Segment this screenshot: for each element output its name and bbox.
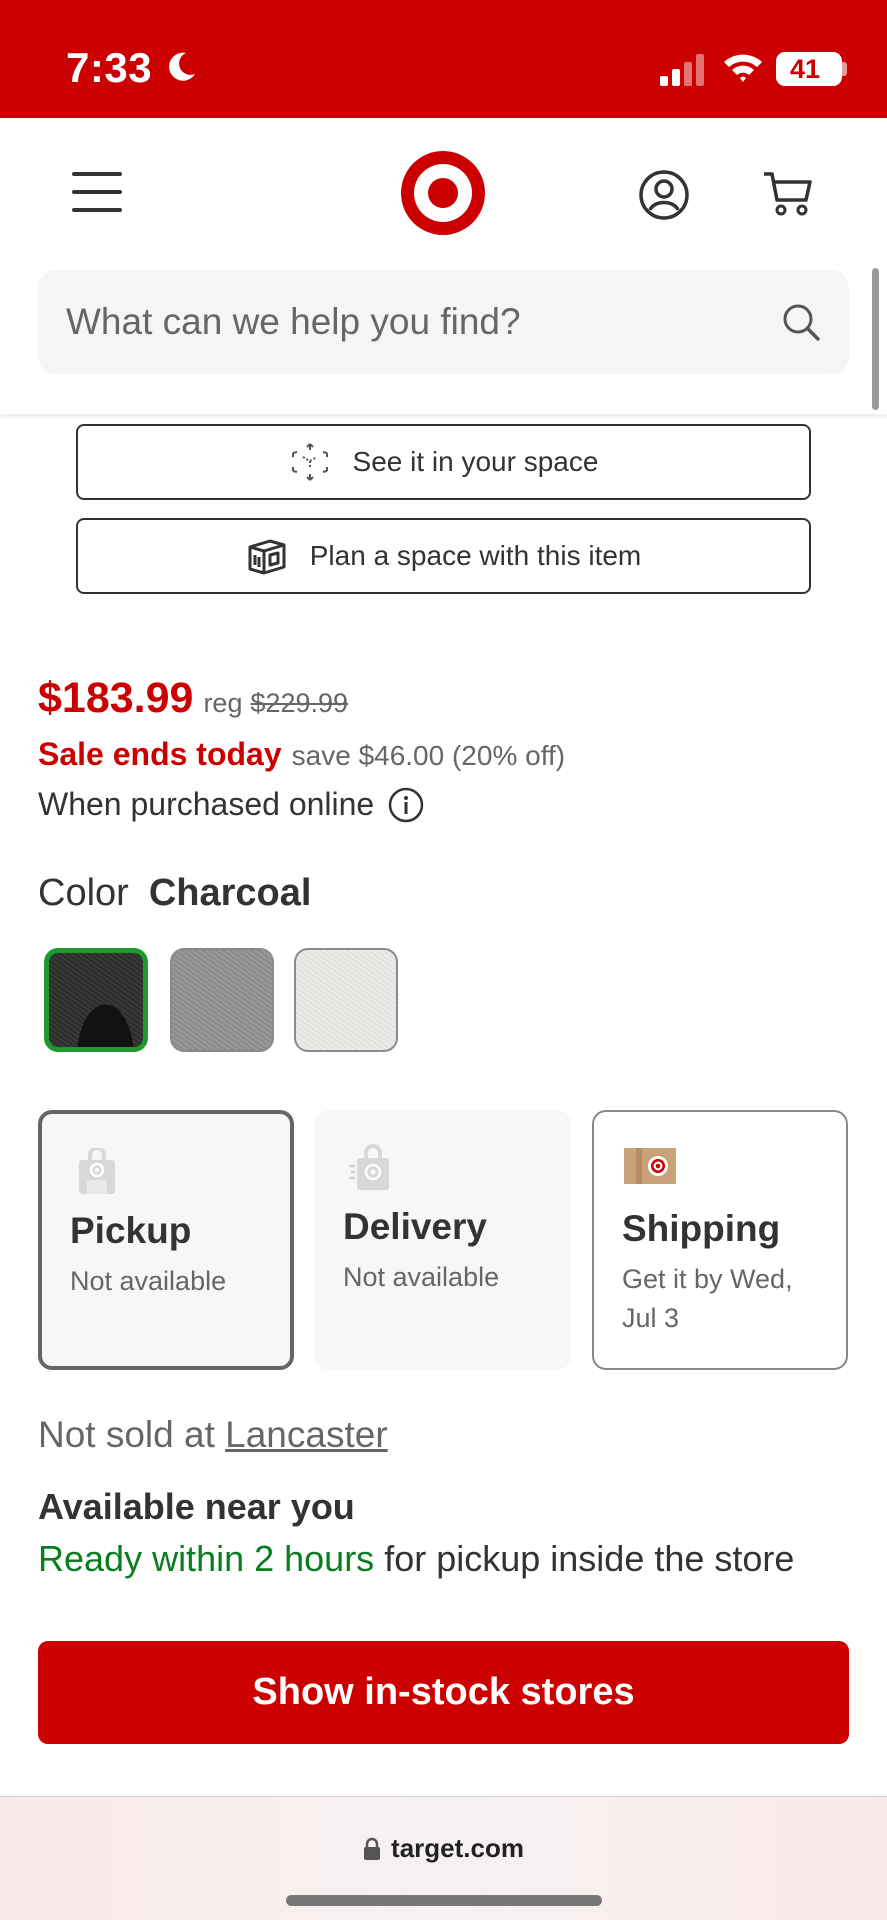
battery-level: 41 [789, 54, 821, 84]
wifi-icon [724, 54, 762, 82]
purchased-online-text: When purchased online [38, 786, 375, 822]
url-row[interactable]: target.com [0, 1833, 887, 1864]
lock-icon [364, 1837, 381, 1860]
battery-indicator: 41 [776, 52, 842, 86]
not-sold-at-store: Not sold at Lancaster [38, 1414, 388, 1456]
delivery-option[interactable]: Delivery Not available [315, 1110, 571, 1370]
savings-text: save $46.00 (20% off) [291, 740, 566, 771]
menu-icon-bar [72, 172, 122, 176]
delivery-title: Delivery [343, 1206, 487, 1247]
shipping-title: Shipping [622, 1208, 781, 1249]
delivery-bag-icon [349, 1144, 389, 1190]
price-row: $183.99 reg $229.99 [38, 674, 348, 723]
color-row: Color Charcoal [38, 872, 311, 915]
search-icon[interactable] [781, 302, 821, 342]
not-sold-prefix: Not sold at [38, 1414, 215, 1455]
pickup-title: Pickup [70, 1210, 192, 1251]
ar-cube-icon [291, 443, 328, 481]
ready-pickup-text: Ready within 2 hours for pickup inside t… [38, 1538, 794, 1580]
available-near-you-heading: Available near you [38, 1486, 355, 1527]
account-icon[interactable] [638, 169, 690, 221]
status-bar: 7:33 41 [0, 0, 887, 118]
sale-row: Sale ends today save $46.00 (20% off) [38, 736, 565, 773]
regular-price: $229.99 [250, 688, 349, 718]
scrollbar[interactable] [872, 268, 879, 410]
color-label: Color [38, 872, 129, 914]
menu-icon-bar [72, 190, 122, 194]
current-price: $183.99 [38, 674, 194, 722]
cart-icon[interactable] [762, 170, 814, 218]
swatch-charcoal[interactable] [44, 948, 148, 1052]
search-bar[interactable] [38, 270, 849, 374]
info-icon[interactable] [388, 787, 424, 823]
battery-tip [842, 62, 847, 76]
browser-address-bar: target.com [0, 1796, 887, 1920]
ready-rest: for pickup inside the store [384, 1538, 795, 1579]
reg-label: reg [203, 688, 243, 718]
room-planner-icon [248, 539, 286, 575]
menu-icon-bar [72, 208, 122, 212]
show-in-stock-stores-button[interactable]: Show in-stock stores [38, 1641, 849, 1744]
signal-icon [660, 54, 704, 86]
store-link[interactable]: Lancaster [225, 1414, 388, 1455]
search-input[interactable] [66, 270, 766, 374]
purchased-online-row: When purchased online [38, 786, 424, 823]
menu-button[interactable] [72, 172, 124, 212]
shipping-status: Get it by Wed, Jul 3 [622, 1264, 793, 1333]
ready-highlight: Ready within 2 hours [38, 1538, 375, 1579]
pickup-status: Not available [70, 1266, 227, 1296]
sale-ends-text: Sale ends today [38, 736, 282, 772]
plan-space-button[interactable]: Plan a space with this item [76, 518, 811, 594]
see-in-space-label: See it in your space [352, 446, 599, 477]
home-indicator[interactable] [286, 1895, 602, 1906]
moon-icon [169, 52, 195, 81]
swatch-white[interactable] [294, 948, 398, 1052]
swatch-gray[interactable] [170, 948, 274, 1052]
selected-color: Charcoal [148, 872, 312, 914]
shipping-box-icon [624, 1148, 676, 1184]
target-logo[interactable] [401, 151, 485, 235]
pickup-option[interactable]: Pickup Not available [38, 1110, 294, 1370]
status-time: 7:33 [66, 44, 153, 91]
site-header [0, 118, 887, 414]
see-in-space-button[interactable]: See it in your space [76, 424, 811, 500]
shipping-option[interactable]: Shipping Get it by Wed, Jul 3 [592, 1110, 848, 1370]
pickup-bag-icon [79, 1148, 115, 1194]
url-text: target.com [391, 1833, 524, 1863]
delivery-status: Not available [343, 1262, 500, 1292]
plan-space-label: Plan a space with this item [309, 540, 642, 571]
